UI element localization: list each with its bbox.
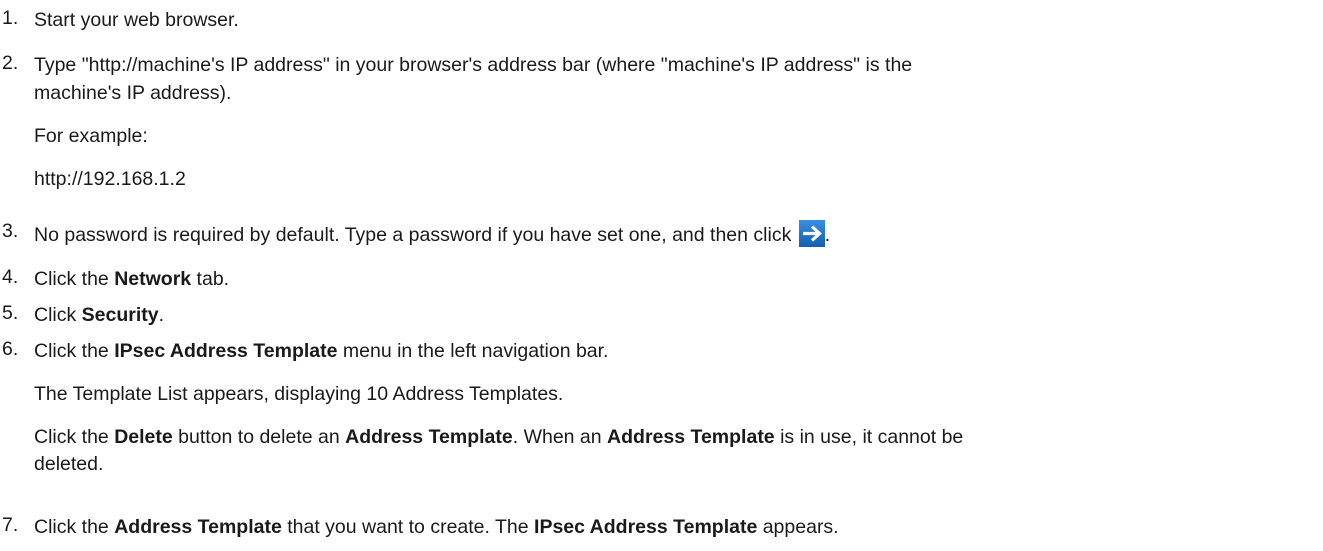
step-number: 4. xyxy=(2,266,19,288)
example-label: For example: xyxy=(34,125,148,147)
text-run: Click the xyxy=(34,426,115,448)
ui-term-network: Network xyxy=(114,268,192,290)
text-run: . When an xyxy=(512,426,608,448)
step-text-line-2: machine's IP address). xyxy=(34,82,232,104)
step-number: 3. xyxy=(2,220,19,242)
text-run: is in use, it cannot be xyxy=(774,426,964,448)
step-note-1: The Template List appears, displaying 10… xyxy=(34,383,564,405)
text-run: appears. xyxy=(757,516,839,538)
step-text-body: No password is required by default. Type… xyxy=(34,224,792,246)
step-text: Click the IPsec Address Template menu in… xyxy=(34,338,1315,365)
step-text-line-1: Type "http://machine's IP address" in yo… xyxy=(34,54,913,76)
ui-term-ipsec-address-template: IPsec Address Template xyxy=(534,516,758,538)
step-text-period: . xyxy=(824,224,831,246)
step-text: Click Security. xyxy=(34,302,1315,329)
ui-term-address-template: Address Template xyxy=(114,516,282,538)
step-text: No password is required by default. Type… xyxy=(34,220,1315,249)
text-run: menu in the left navigation bar. xyxy=(337,340,609,362)
step-number: 5. xyxy=(2,302,19,324)
ui-term-security: Security xyxy=(81,304,159,326)
step-number: 2. xyxy=(2,52,19,74)
text-run: Click the xyxy=(34,516,115,538)
text-run: Click the xyxy=(34,268,115,290)
step-text: Start your web browser. xyxy=(34,9,239,31)
step-number: 1. xyxy=(2,7,19,29)
example-url: http://192.168.1.2 xyxy=(34,168,186,190)
text-run: button to delete an xyxy=(172,426,346,448)
text-run: Click xyxy=(34,304,82,326)
ui-term-address-template: Address Template xyxy=(345,426,513,448)
step-number: 6. xyxy=(2,338,19,360)
text-run: tab. xyxy=(191,268,230,290)
ui-term-ipsec-address-template: IPsec Address Template xyxy=(114,340,338,362)
instructions-page: 1. Start your web browser. 2. Type "http… xyxy=(0,0,1323,551)
step-note-2: Click the Delete button to delete an Add… xyxy=(34,424,1315,451)
text-run: Click the xyxy=(34,340,115,362)
step-text: Click the Address Template that you want… xyxy=(34,514,1315,541)
text-run: that you want to create. The xyxy=(281,516,535,538)
arrow-right-icon xyxy=(798,220,825,247)
text-run: . xyxy=(158,304,165,326)
step-note-2-line-2: deleted. xyxy=(34,453,104,475)
step-number: 7. xyxy=(2,514,19,536)
ui-term-delete: Delete xyxy=(114,426,173,448)
ui-term-address-template: Address Template xyxy=(607,426,775,448)
step-text: Click the Network tab. xyxy=(34,266,1315,293)
